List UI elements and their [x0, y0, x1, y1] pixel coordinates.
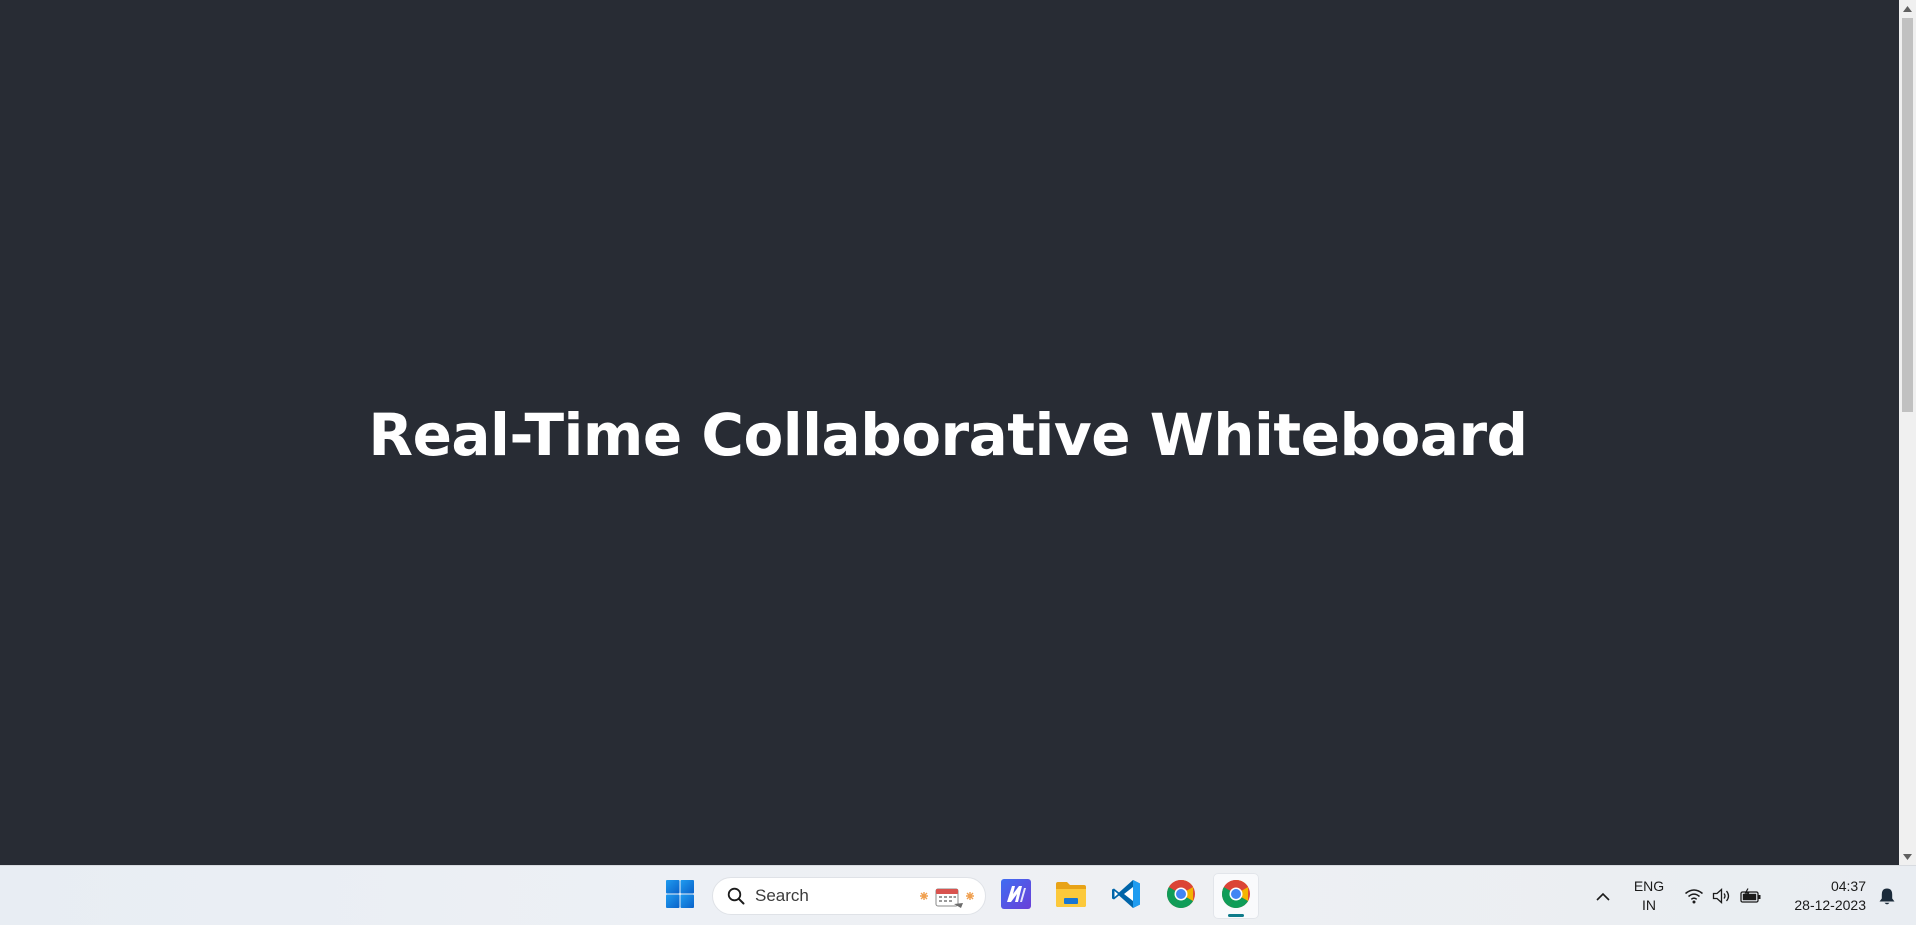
start-button[interactable]	[657, 873, 703, 919]
search-input[interactable]	[753, 885, 907, 907]
page-title: Real-Time Collaborative Whiteboard	[368, 401, 1528, 469]
browser-viewport: Real-Time Collaborative Whiteboard	[0, 0, 1916, 865]
scroll-up-arrow-icon[interactable]	[1899, 0, 1916, 17]
scrollbar-thumb[interactable]	[1902, 18, 1913, 412]
taskbar-file-explorer[interactable]	[1048, 873, 1094, 919]
new-year-calendar-icon[interactable]	[917, 882, 979, 910]
taskbar-search[interactable]	[712, 877, 986, 915]
clock-date: 28-12-2023	[1794, 897, 1866, 913]
taskbar-app-m[interactable]	[993, 873, 1039, 919]
taskbar-chrome[interactable]	[1158, 873, 1204, 919]
chrome-icon	[1221, 879, 1251, 914]
windows-start-icon	[665, 879, 695, 914]
taskbar: ENG IN	[0, 865, 1916, 925]
active-app-indicator	[1228, 914, 1244, 917]
show-hidden-icons-button[interactable]	[1588, 866, 1618, 925]
search-icon	[727, 887, 745, 905]
clock-time: 04:37	[1830, 878, 1866, 894]
notification-bell-icon	[1878, 887, 1896, 906]
language-indicator[interactable]: ENG IN	[1624, 866, 1674, 925]
chrome-icon	[1166, 879, 1196, 914]
wifi-icon	[1684, 888, 1704, 904]
clock[interactable]: 04:37 28-12-2023	[1780, 866, 1866, 925]
network-volume-battery-group[interactable]	[1680, 866, 1766, 925]
notification-center-button[interactable]	[1872, 866, 1902, 925]
region-code: IN	[1642, 897, 1656, 913]
taskbar-chrome-active[interactable]	[1213, 873, 1259, 919]
m-app-icon	[1000, 878, 1032, 915]
vertical-scrollbar[interactable]	[1899, 0, 1916, 865]
folder-icon	[1055, 879, 1087, 914]
battery-charging-icon	[1740, 888, 1762, 904]
vscode-icon	[1110, 878, 1142, 915]
language-code: ENG	[1633, 878, 1665, 894]
scroll-down-arrow-icon[interactable]	[1899, 848, 1916, 865]
volume-icon	[1712, 888, 1732, 904]
chevron-up-icon	[1596, 892, 1610, 901]
taskbar-vscode[interactable]	[1103, 873, 1149, 919]
